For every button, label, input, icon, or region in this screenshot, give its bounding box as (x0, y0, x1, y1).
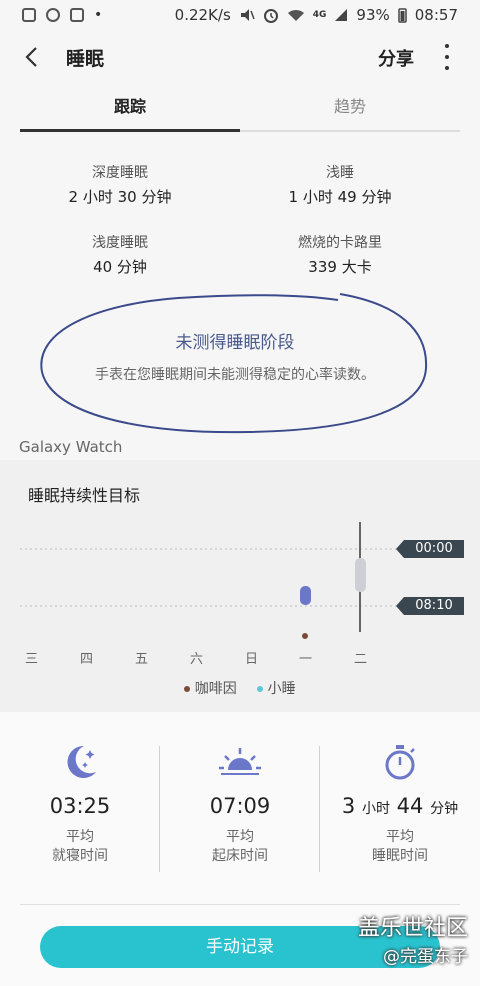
sleep-consistency-card[interactable]: 睡眠持续性目标 00:00 08:10 三 四 五 六 日 一 二 咖啡因 小睡 (0, 460, 480, 712)
battery-icon (398, 8, 407, 23)
stat-label: 深度睡眠 (92, 165, 148, 181)
sunrise-icon (219, 748, 261, 775)
network-speed: 0.22K/s (174, 6, 231, 24)
moon-stars-icon (67, 745, 96, 778)
stat-deep-sleep: 深度睡眠 2 小时 30 分钟 (0, 162, 240, 207)
notice-title: 未测得睡眠阶段 (175, 333, 295, 353)
notice-description: 手表在您睡眠期间未能测得稳定的心率读数。 (95, 367, 375, 383)
wake-target-label: 08:10 (415, 598, 453, 613)
alarm-icon (263, 9, 278, 23)
gallery-notification-icon (22, 8, 36, 22)
avg-waketime-caption2: 起床时间 (212, 848, 268, 864)
day-label: 四 (80, 652, 94, 667)
day-axis: 三 四 五 六 日 一 二 (0, 648, 480, 668)
avg-sleep-duration-value: 3 小时 44 分钟 (320, 794, 480, 818)
monday-sleep-bar (300, 586, 311, 605)
stat-label: 浅睡 (326, 165, 354, 181)
app-header: 睡眠 分享 (0, 30, 480, 86)
wifi-icon (287, 9, 304, 21)
avg-bedtime-caption2: 就寝时间 (52, 848, 108, 864)
back-arrow-icon[interactable] (20, 44, 46, 70)
avg-sleep-duration-caption2: 睡眠时间 (372, 848, 428, 864)
caffeine-legend-dot (184, 686, 191, 692)
page-title: 睡眠 (66, 48, 105, 70)
today-sleep-bar (355, 558, 366, 592)
day-label: 日 (245, 652, 259, 667)
avg-bedtime-value: 03:25 (49, 794, 111, 818)
more-options-icon[interactable] (442, 44, 452, 70)
status-bar: • 0.22K/s 4G 93% 08:57 (0, 0, 480, 30)
stat-calories: 燃烧的卡路里 339 大卡 (220, 232, 460, 277)
minutes-value: 44 (396, 794, 424, 818)
bedtime-target-label: 00:00 (415, 541, 453, 556)
tab-bar: 跟踪 趋势 (20, 90, 460, 132)
sleep-consistency-chart (20, 522, 464, 639)
clock: 08:57 (414, 6, 458, 24)
stat-value: 2 小时 30 分钟 (68, 188, 172, 206)
avg-waketime-value: 07:09 (209, 794, 271, 818)
divider (20, 904, 460, 905)
stopwatch-icon (385, 745, 415, 780)
avg-waketime-caption: 平均 (226, 829, 254, 845)
tab-trends[interactable]: 趋势 (240, 90, 460, 132)
hours-unit: 小时 (361, 801, 390, 817)
day-label: 三 (25, 652, 39, 667)
stat-light-sleep: 浅睡 1 小时 49 分钟 (220, 162, 460, 207)
stat-value: 40 分钟 (93, 258, 147, 276)
tab-tracking[interactable]: 跟踪 (20, 90, 240, 132)
watermark-line2: @完蛋东子 (383, 947, 468, 967)
day-label: 六 (190, 652, 204, 667)
avg-bedtime: 03:25 平均 就寝时间 (0, 742, 160, 866)
network-type: 4G (312, 10, 327, 20)
no-sleep-stage-notice: 未测得睡眠阶段 手表在您睡眠期间未能测得稳定的心率读数。 (38, 290, 432, 436)
stat-shallow-sleep: 浅度睡眠 40 分钟 (0, 232, 240, 277)
day-label: 二 (354, 652, 368, 667)
watermark-line1: 盖乐世社区 (357, 916, 468, 941)
chart-legend: 咖啡因 小睡 (0, 678, 480, 698)
avg-sleep-duration-caption: 平均 (386, 829, 414, 845)
monday-caffeine-dot (302, 633, 308, 639)
caffeine-legend-label: 咖啡因 (194, 681, 237, 697)
minutes-unit: 分钟 (430, 801, 459, 817)
battery-percent: 93% (356, 6, 390, 24)
data-source-label: Galaxy Watch (19, 438, 123, 456)
signal-icon (335, 9, 348, 21)
mute-icon (240, 9, 255, 21)
share-button[interactable]: 分享 (378, 45, 414, 71)
nap-legend-dot (257, 686, 264, 692)
hours-value: 3 (341, 794, 356, 818)
stat-label: 燃烧的卡路里 (298, 235, 382, 251)
stat-value: 339 大卡 (308, 258, 372, 276)
more-notifications-dot: • (94, 7, 103, 23)
nap-legend-label: 小睡 (267, 681, 296, 697)
stat-value: 1 小时 49 分钟 (288, 188, 392, 206)
avg-waketime: 07:09 平均 起床时间 (160, 742, 320, 866)
day-label: 一 (299, 652, 313, 667)
hand-drawn-circle-annotation (40, 293, 428, 434)
shopping-bag-icon (70, 8, 84, 22)
day-label: 五 (135, 652, 149, 667)
wechat-notification-icon (46, 8, 60, 22)
avg-sleep-duration: 3 小时 44 分钟 平均 睡眠时间 (320, 742, 480, 866)
avg-bedtime-caption: 平均 (66, 829, 94, 845)
stat-label: 浅度睡眠 (92, 235, 148, 251)
